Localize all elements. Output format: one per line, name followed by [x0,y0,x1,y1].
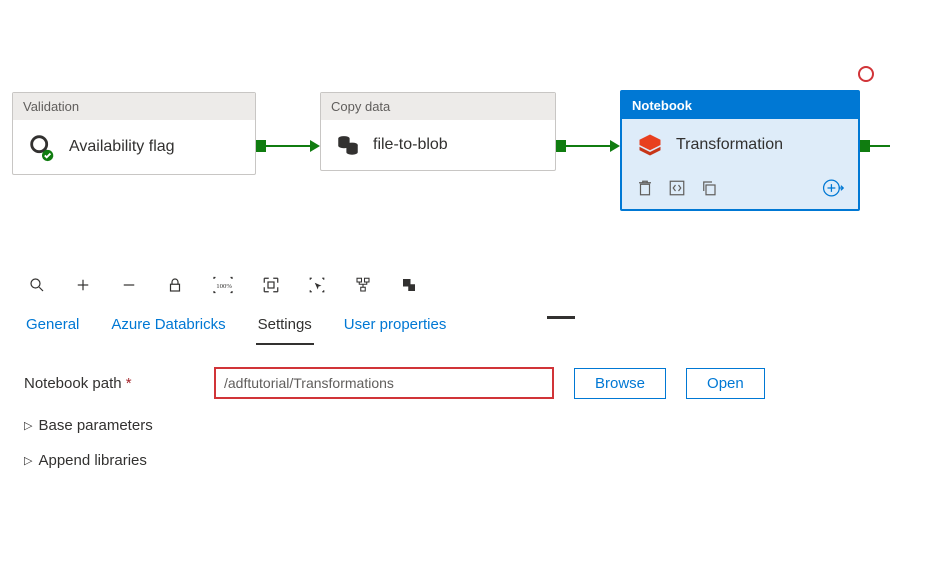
output-port[interactable] [256,140,266,152]
search-check-icon [27,132,57,162]
pipeline-canvas[interactable]: Validation Availability flag Copy data [0,0,935,265]
arrow-icon [310,140,320,152]
tab-azure-databricks[interactable]: Azure Databricks [109,312,227,345]
append-libraries-expander[interactable]: ▷ Append libraries [24,452,911,469]
connector [566,145,610,147]
notebook-path-input[interactable] [214,367,554,399]
activity-title: Transformation [676,136,783,154]
open-button[interactable]: Open [686,368,765,399]
layers-icon[interactable] [400,276,418,294]
search-icon[interactable] [28,276,46,294]
zoom-100-icon[interactable]: 100% [212,276,234,294]
delete-icon[interactable] [636,179,654,197]
status-circle-icon [858,66,874,82]
output-port[interactable] [556,140,566,152]
notebook-path-label: Notebook path * [24,375,194,392]
connector [266,145,310,147]
lock-icon[interactable] [166,276,184,294]
arrow-icon [610,140,620,152]
fit-screen-icon[interactable] [262,276,280,294]
chevron-right-icon: ▷ [24,454,32,467]
auto-align-icon[interactable] [354,276,372,294]
property-tabs: General Azure Databricks Settings User p… [0,306,935,345]
copy-icon[interactable] [700,179,718,197]
svg-text:100%: 100% [216,283,232,290]
activity-header: Notebook [622,92,858,119]
database-copy-icon [335,132,361,158]
panel-resize-handle[interactable] [547,316,575,319]
activity-notebook[interactable]: Notebook Transformation [620,90,860,211]
connector [870,145,890,147]
add-output-icon[interactable] [822,177,844,199]
output-port[interactable] [860,140,870,152]
activity-header: Validation [13,93,255,120]
activity-header: Copy data [321,93,555,120]
canvas-toolbar: 100% [0,265,935,306]
activity-title: Availability flag [69,138,175,156]
tab-user-properties[interactable]: User properties [342,312,449,345]
select-icon[interactable] [308,276,326,294]
tab-general[interactable]: General [24,312,81,345]
settings-panel: Notebook path * Browse Open ▷ Base param… [0,345,935,491]
activity-title: file-to-blob [373,136,448,154]
databricks-icon [636,131,664,159]
base-parameters-expander[interactable]: ▷ Base parameters [24,417,911,434]
activity-copy[interactable]: Copy data file-to-blob [320,92,556,171]
zoom-in-icon[interactable] [74,276,92,294]
zoom-out-icon[interactable] [120,276,138,294]
browse-button[interactable]: Browse [574,368,666,399]
code-icon[interactable] [668,179,686,197]
chevron-right-icon: ▷ [24,419,32,432]
activity-validation[interactable]: Validation Availability flag [12,92,256,175]
tab-settings[interactable]: Settings [256,312,314,345]
